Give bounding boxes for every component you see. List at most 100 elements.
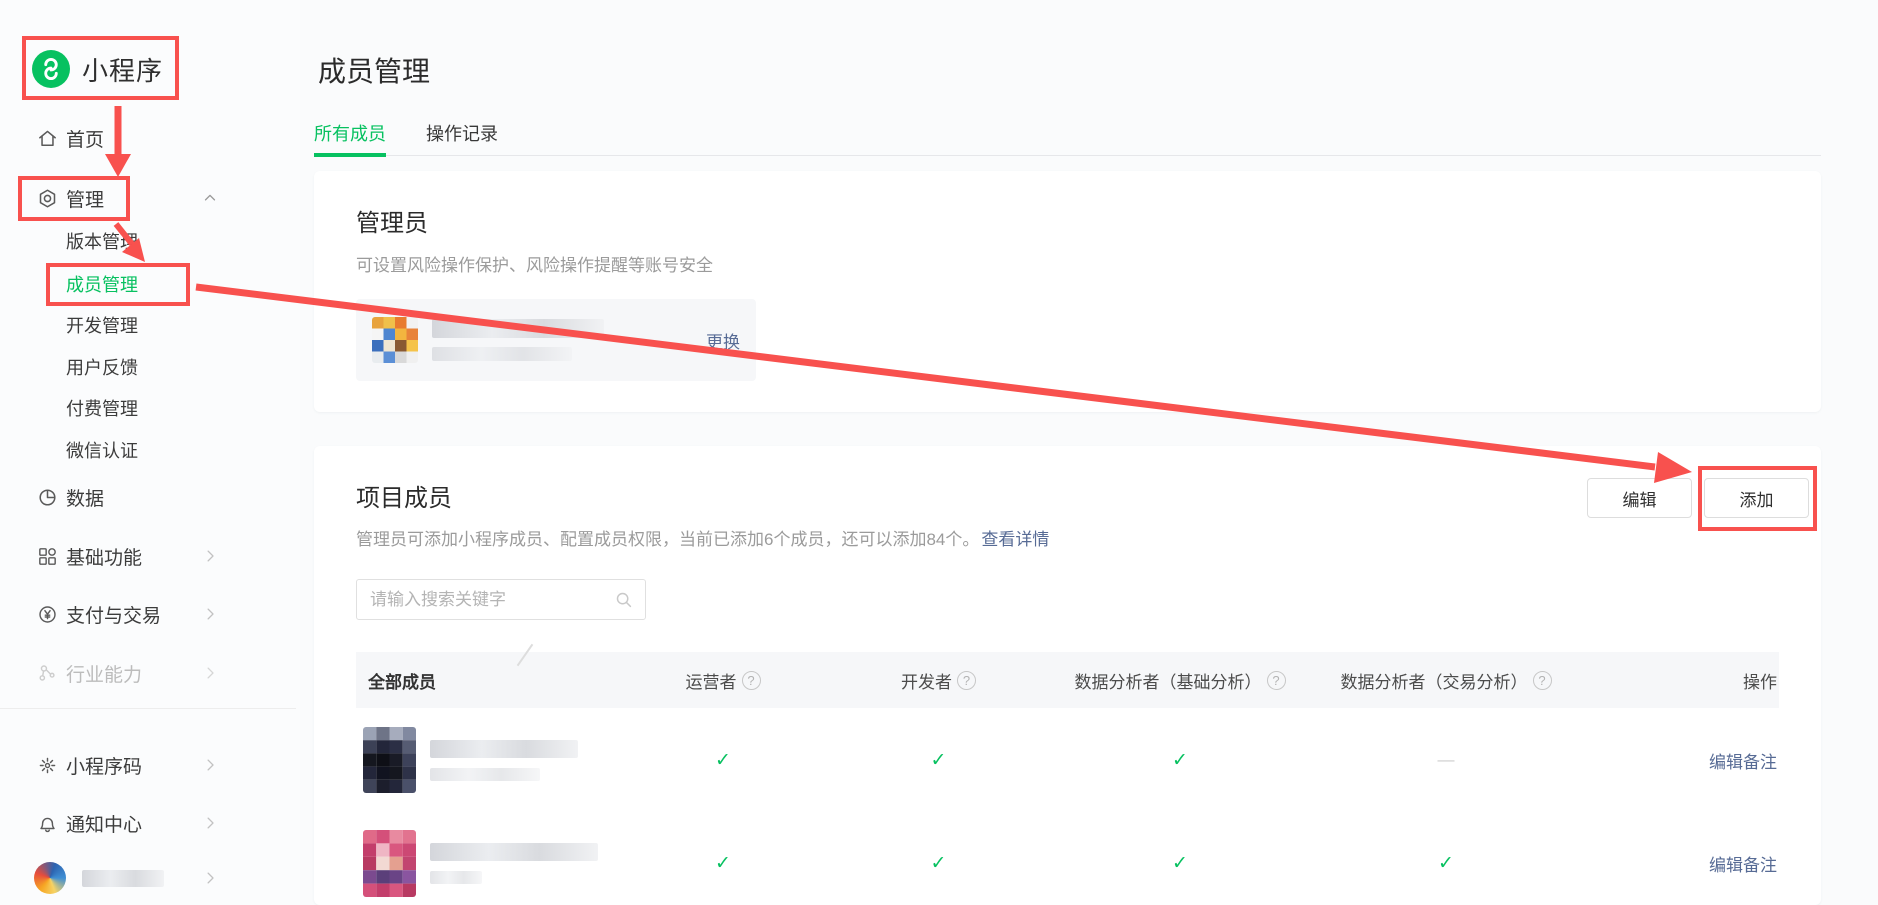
trade-analyst-none: —: [1314, 750, 1578, 770]
col-developer-label: 开发者: [901, 668, 952, 693]
edit-remark-link[interactable]: 编辑备注: [1709, 856, 1777, 875]
sidebar-item-label: 管理: [66, 185, 104, 212]
sidebar-item-minicode[interactable]: 小程序码: [0, 745, 300, 785]
help-icon[interactable]: ?: [742, 671, 761, 690]
sidebar-item-label: 付费管理: [66, 395, 138, 421]
members-desc-text: 管理员可添加小程序成员、配置成员权限，当前已添加6个成员，还可以添加84个。: [356, 530, 979, 549]
sidebar-item-label: 行业能力: [66, 660, 142, 687]
members-section-desc: 管理员可添加小程序成员、配置成员权限，当前已添加6个成员，还可以添加84个。查看…: [356, 525, 1779, 550]
sidebar-item-basic[interactable]: 基础功能: [0, 536, 300, 576]
chevron-right-icon[interactable]: [201, 605, 219, 623]
trade-analyst-check: ✓: [1314, 852, 1578, 875]
help-icon[interactable]: ?: [1533, 671, 1552, 690]
add-button[interactable]: 添加: [1704, 478, 1809, 518]
sidebar-item-data[interactable]: 数据: [0, 477, 300, 517]
sidebar-item-verify[interactable]: 微信认证: [0, 431, 300, 469]
pie-chart-icon: [36, 486, 59, 509]
member-avatar: [363, 830, 416, 897]
col-operator-label: 运营者: [686, 668, 737, 693]
col-developer: 开发者 ?: [831, 668, 1046, 693]
sidebar-item-member[interactable]: 成员管理: [0, 265, 300, 303]
members-section-title: 项目成员: [356, 478, 1779, 513]
basic-analyst-check: ✓: [1046, 749, 1314, 772]
sidebar-item-label: 通知中心: [66, 810, 142, 837]
admin-section-subtitle: 可设置风险操作保护、风险操作提醒等账号安全: [356, 251, 1779, 276]
edit-button[interactable]: 编辑: [1587, 478, 1692, 518]
member-name-redacted: [430, 740, 578, 781]
sidebar-item-payment[interactable]: 支付与交易: [0, 594, 300, 634]
sidebar: 小程序 首页 管理 版本管理 成员管理 开发管理 用户反馈 付费管理: [0, 0, 300, 905]
col-action: 操作: [1578, 668, 1779, 693]
col-operator: 运营者 ?: [615, 668, 831, 693]
operator-check: ✓: [615, 749, 831, 772]
col-all-members: 全部成员: [356, 668, 615, 693]
col-basic-label: 数据分析者（基础分析）: [1075, 668, 1262, 693]
operator-check: ✓: [615, 852, 831, 875]
help-icon[interactable]: ?: [1267, 671, 1286, 690]
developer-check: ✓: [831, 852, 1046, 875]
app-logo-label: 小程序: [82, 51, 163, 88]
home-icon: [36, 127, 59, 150]
chevron-right-icon[interactable]: [201, 869, 219, 887]
project-members-card: 项目成员 管理员可添加小程序成员、配置成员权限，当前已添加6个成员，还可以添加8…: [314, 446, 1821, 905]
sidebar-item-label: 数据: [66, 484, 104, 511]
sidebar-item-label: 支付与交易: [66, 601, 161, 628]
members-table-header: 全部成员 运营者 ? 开发者 ? 数据分析者（基础分析） ? 数据分析者（交易分…: [356, 652, 1779, 708]
tab-bar: 所有成员 操作记录: [314, 110, 1821, 156]
admin-section-title: 管理员: [356, 203, 1779, 238]
search-input[interactable]: [370, 590, 610, 610]
admin-user-card: 更换: [356, 299, 756, 381]
sidebar-item-label: 首页: [66, 125, 104, 152]
apps-grid-icon: [36, 545, 59, 568]
chevron-right-icon[interactable]: [201, 756, 219, 774]
col-trade-analyst: 数据分析者（交易分析） ?: [1314, 668, 1578, 693]
developer-check: ✓: [831, 749, 1046, 772]
admin-card: 管理员 可设置风险操作保护、风险操作提醒等账号安全 更换: [314, 171, 1821, 412]
help-icon[interactable]: ?: [957, 671, 976, 690]
view-details-link[interactable]: 查看详情: [981, 530, 1049, 549]
sidebar-item-version[interactable]: 版本管理: [0, 222, 300, 260]
yen-circle-icon: [36, 603, 59, 626]
member-name-redacted: [430, 843, 598, 884]
sidebar-item-pay[interactable]: 付费管理: [0, 389, 300, 427]
search-icon: [613, 589, 635, 611]
sidebar-item-home[interactable]: 首页: [0, 118, 300, 158]
chevron-up-icon[interactable]: [201, 189, 219, 207]
miniprogram-code-icon: [36, 754, 59, 777]
tab-all-members[interactable]: 所有成员: [314, 110, 386, 156]
tab-operation-log[interactable]: 操作记录: [426, 110, 498, 156]
sidebar-item-label: 基础功能: [66, 543, 142, 570]
sidebar-item-feedback[interactable]: 用户反馈: [0, 348, 300, 386]
sidebar-divider: [0, 708, 296, 709]
chevron-right-icon[interactable]: [201, 814, 219, 832]
app-logo[interactable]: 小程序: [32, 50, 163, 88]
member-row[interactable]: ✓ ✓ ✓ ✓ 编辑备注: [356, 812, 1779, 905]
sidebar-item-account[interactable]: [0, 858, 300, 898]
chevron-right-icon[interactable]: [201, 547, 219, 565]
col-basic-analyst: 数据分析者（基础分析） ?: [1046, 668, 1314, 693]
member-avatar: [363, 727, 416, 793]
sidebar-item-label: 小程序码: [66, 752, 142, 779]
sidebar-item-notice[interactable]: 通知中心: [0, 803, 300, 843]
member-row[interactable]: ✓ ✓ ✓ — 编辑备注: [356, 708, 1779, 812]
account-name-redacted: [82, 870, 164, 887]
page-title: 成员管理: [318, 50, 430, 90]
molecule-icon: [36, 662, 59, 685]
basic-analyst-check: ✓: [1046, 852, 1314, 875]
member-search-box: [356, 579, 646, 620]
admin-name-redacted: [432, 319, 604, 361]
sidebar-item-dev[interactable]: 开发管理: [0, 306, 300, 344]
sidebar-item-label: 版本管理: [66, 228, 138, 254]
col-trade-label: 数据分析者（交易分析）: [1341, 668, 1528, 693]
change-admin-link[interactable]: 更换: [706, 328, 740, 353]
chevron-right-icon[interactable]: [201, 664, 219, 682]
sidebar-item-label: 成员管理: [66, 271, 138, 297]
miniprogram-logo-icon: [32, 50, 70, 88]
manage-gear-icon: [36, 187, 59, 210]
sidebar-item-industry[interactable]: 行业能力: [0, 653, 300, 693]
admin-avatar: [372, 317, 418, 363]
edit-remark-link[interactable]: 编辑备注: [1709, 753, 1777, 772]
sidebar-item-label: 用户反馈: [66, 354, 138, 380]
sidebar-item-manage[interactable]: 管理: [0, 178, 300, 218]
sidebar-item-label: 开发管理: [66, 312, 138, 338]
